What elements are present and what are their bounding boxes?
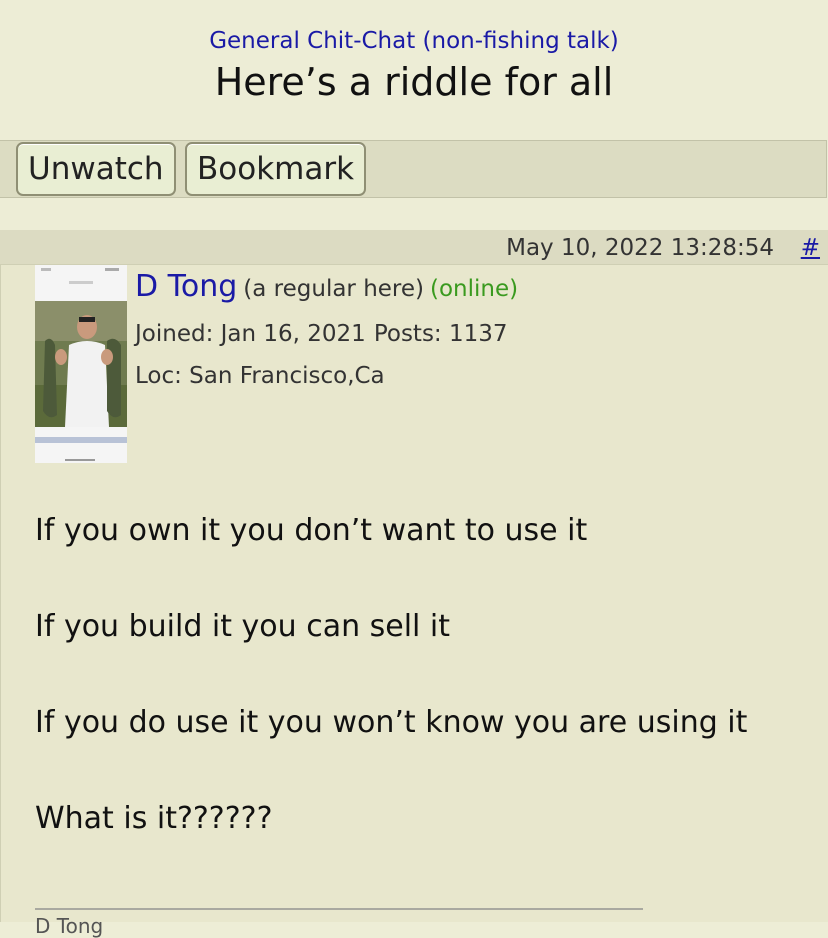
message-line: If you do use it you won’t know you are … — [35, 705, 748, 740]
avatar-photo — [35, 265, 127, 463]
post-timestamp: May 10, 2022 13:28:54 — [506, 235, 774, 261]
author-location: Loc: San Francisco,Ca — [135, 363, 385, 389]
signature-divider — [35, 908, 643, 910]
author-name-link[interactable]: D Tong — [135, 269, 237, 304]
signature: D Tong — [35, 914, 104, 938]
joined-date: Joined: Jan 16, 2021 — [135, 321, 366, 347]
message-line: What is it?????? — [35, 801, 273, 836]
post-count: Posts: 1137 — [373, 321, 508, 347]
post-message: If you own it you don’t want to use it I… — [35, 507, 795, 843]
forum-breadcrumb-link[interactable]: General Chit-Chat (non-fishing talk) — [209, 26, 619, 56]
message-line: If you build it you can sell it — [35, 609, 451, 644]
page-title: Here’s a riddle for all — [214, 60, 614, 104]
bookmark-button[interactable]: Bookmark — [185, 142, 367, 196]
post-body: D Tong (a regular here) (online) Joined: J… — [0, 265, 828, 938]
author-role: (a regular here) — [243, 276, 424, 302]
thread-header: General Chit-Chat (non-fishing talk) Her… — [0, 0, 828, 105]
message-line: If you own it you don’t want to use it — [35, 513, 588, 548]
avatar[interactable] — [35, 265, 127, 463]
author-line: D Tong (a regular here) (online) — [135, 265, 518, 313]
post-header-bar: May 10, 2022 13:28:54 # — [0, 230, 828, 265]
post: May 10, 2022 13:28:54 # D Tong (a regula… — [0, 230, 828, 938]
post-permalink[interactable]: # — [801, 233, 820, 263]
thread-toolbar: Unwatch Bookmark — [0, 140, 827, 198]
unwatch-button[interactable]: Unwatch — [16, 142, 176, 196]
author-info: D Tong (a regular here) (online) Joined: J… — [135, 265, 518, 397]
author-stats: Joined: Jan 16, 2021 Posts: 1137 — [135, 313, 518, 355]
online-status: (online) — [430, 276, 519, 302]
